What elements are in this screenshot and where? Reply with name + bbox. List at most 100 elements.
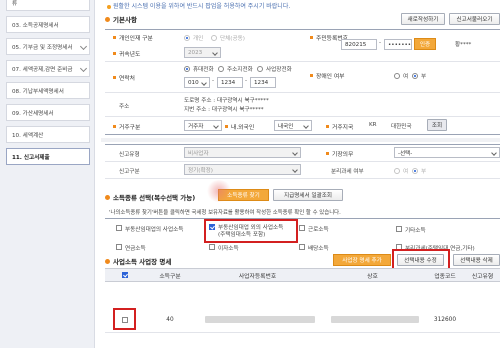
section-title-income-types: 소득종류 선택(복수선택 가능) xyxy=(105,192,195,202)
radio-label: 사업장전화 xyxy=(266,67,292,73)
separate-no-radio[interactable] xyxy=(412,168,418,174)
separate-yes-radio[interactable] xyxy=(394,168,400,174)
nationality-select[interactable]: 내국인 xyxy=(274,120,312,131)
phone-mobile-radio[interactable] xyxy=(184,66,190,72)
delete-selected-button[interactable]: 선택내용 삭제 xyxy=(453,254,500,266)
road-address: 도로명 주소 : 대구광역시 북구***** xyxy=(184,96,269,104)
section-title-text: 사업소득 사업장 명세 xyxy=(113,258,172,266)
phone-home-radio[interactable] xyxy=(218,66,224,72)
label-text: 귀속년도 xyxy=(119,52,141,58)
sidebar-item-label: 10. 세액계산 xyxy=(12,132,44,139)
filing-category-select[interactable]: 정기(확정) xyxy=(184,164,301,175)
checkbox-label: 이자소득 xyxy=(218,246,239,252)
sidebar-item-tax-calc[interactable]: 10. 세액계산 xyxy=(6,126,90,143)
filing-type-select[interactable]: 비사업자 xyxy=(184,147,301,158)
label-text: 개인인재 구분 xyxy=(119,36,153,42)
sidebar-item-income-deduction[interactable]: 03. 소득공제명세서 xyxy=(6,16,90,33)
phone-prefix-select[interactable]: 010 xyxy=(184,77,210,88)
label-text: 연락처 xyxy=(119,76,135,82)
load-return-button[interactable]: 신고서불러오기 xyxy=(449,13,500,25)
label-text: 기장의무 xyxy=(332,152,354,158)
separate-tax-label: 분리과세 여부 xyxy=(331,169,364,175)
divider xyxy=(105,61,500,62)
phone-work-radio[interactable] xyxy=(257,66,263,72)
taxpayer-name: 황**** xyxy=(455,42,472,48)
road-address-value: 대구광역시 북구***** xyxy=(216,98,269,104)
payment-statement-lookup-button[interactable]: 지급명세서 일괄조회 xyxy=(273,189,343,201)
table-cell: 312600 xyxy=(433,317,457,323)
section-title-text: 기본사항 xyxy=(113,16,137,24)
disabled-yes-radio[interactable] xyxy=(394,73,400,79)
label-text: 거주지국 xyxy=(332,125,354,131)
chevron-down-icon xyxy=(79,64,88,73)
income-interest-checkbox[interactable] xyxy=(209,244,215,250)
disabled-no-radio[interactable] xyxy=(412,73,418,79)
income-earned-checkbox[interactable] xyxy=(299,225,305,231)
resident-select[interactable]: 거주자 xyxy=(184,120,222,131)
year-select[interactable]: 2023 xyxy=(184,47,221,58)
section-title-basic: 기본사항 xyxy=(105,14,137,24)
add-business-button[interactable]: 사업장 명세 추가 xyxy=(333,254,391,266)
country-search-button[interactable]: 조회 xyxy=(427,119,447,131)
income-dividend-checkbox[interactable] xyxy=(299,244,305,250)
checkbox-label: 부동산임대업의 사업소득 xyxy=(125,227,184,233)
label-text: 거주구분 xyxy=(119,125,141,131)
radio-label: 단체(공동) xyxy=(220,36,245,42)
bookkeeping-select[interactable]: -선택- xyxy=(394,147,500,158)
divider xyxy=(105,218,500,219)
highlight-box xyxy=(204,219,298,243)
required-marker-icon xyxy=(310,36,313,39)
divider xyxy=(105,144,500,145)
divider xyxy=(105,116,500,117)
divider xyxy=(105,29,500,30)
sidebar-item-penalty-tax[interactable]: 09. 가산세명세서 xyxy=(6,104,90,121)
sidebar-item-submit[interactable]: 11. 신고서제출 xyxy=(6,148,90,165)
masked-biz-no xyxy=(205,316,315,323)
income-rental-checkbox[interactable] xyxy=(116,225,122,231)
resident-label: 거주구분 xyxy=(113,122,140,131)
lot-address-prefix: 지번 주소 : xyxy=(184,107,211,113)
address-label: 주소 xyxy=(119,104,130,110)
dash-separator: - xyxy=(379,40,382,46)
masked-name xyxy=(331,316,419,323)
lot-address-value: 대구광역시 북구***** xyxy=(211,107,264,113)
nationality-label: 내.외국인 xyxy=(225,122,254,131)
checkbox-label: 근로소득 xyxy=(308,227,329,233)
required-marker-icon xyxy=(326,152,329,155)
filing-type-label: 신고유형 xyxy=(119,152,140,158)
table-header: 상호 xyxy=(320,268,425,282)
bookkeeping-label: 기장의무 xyxy=(326,149,353,158)
table-header: 소득구분 xyxy=(145,268,195,282)
main-content: 원활한 시스템 이용을 위하여 반드시 팝업을 허용하여 주시기 바랍니다. 기… xyxy=(101,0,500,348)
lot-address: 지번 주소 : 대구광역시 북구***** xyxy=(184,105,264,113)
country-code: KR xyxy=(369,122,377,128)
radio-label: 여 xyxy=(403,169,409,175)
reload-button[interactable]: 새로작성하기 xyxy=(401,13,445,25)
checkbox-label: 기타소득 xyxy=(405,228,426,234)
select-all-checkbox[interactable] xyxy=(122,272,128,278)
required-marker-icon xyxy=(113,36,116,39)
sidebar-item-label: 11. 신고서제출 xyxy=(12,154,50,161)
taxpayer-type-label: 개인인재 구분 xyxy=(113,33,153,42)
resident-id-back-field[interactable]: ••••••• xyxy=(384,39,412,50)
checkbox-label: 연금소득 xyxy=(125,246,146,252)
resident-id-front-field[interactable]: 820215 xyxy=(341,39,377,50)
table-header: 신고유형 xyxy=(465,268,500,282)
taxpayer-group-radio[interactable] xyxy=(211,35,217,41)
section-gap xyxy=(101,138,500,142)
table-header: 사업자등록번호 xyxy=(195,268,320,282)
section-title-business-income: 사업소득 사업장 명세 xyxy=(105,256,171,266)
label-text: 장애인 여부 xyxy=(316,74,345,80)
sidebar-item-prepaid-tax[interactable]: 08. 기납부세액명세서 xyxy=(6,82,90,99)
sidebar-item-prev[interactable]: 류 xyxy=(6,0,90,11)
verify-button[interactable]: 인증 xyxy=(414,38,436,50)
income-pension-checkbox[interactable] xyxy=(116,244,122,250)
sidebar-item-tax-credit[interactable]: 07. 세액공제,감면 준비금 xyxy=(6,60,90,77)
income-other-checkbox[interactable] xyxy=(396,226,402,232)
sidebar-item-donation[interactable]: 05. 기부금 및 조정명세서 xyxy=(6,38,90,55)
taxpayer-individual-radio[interactable] xyxy=(184,35,190,41)
phone-last-field[interactable]: 1234 xyxy=(250,77,276,88)
road-address-prefix: 도로명 주소 : xyxy=(184,98,216,104)
sidebar: 류 03. 소득공제명세서 05. 기부금 및 조정명세서 07. 세액공제,감… xyxy=(0,0,95,348)
phone-mid-field[interactable]: 1234 xyxy=(217,77,243,88)
